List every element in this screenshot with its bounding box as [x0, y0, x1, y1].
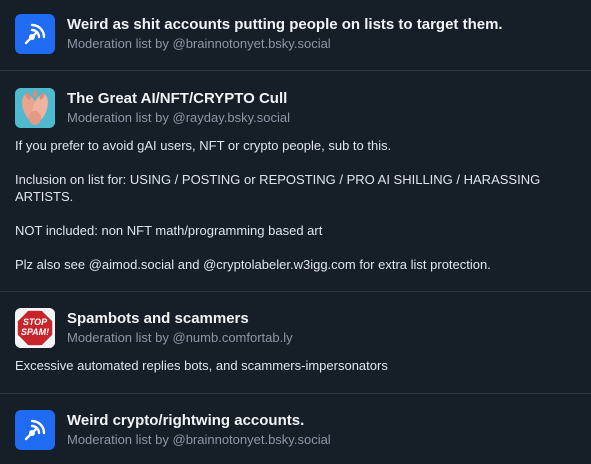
list-name[interactable]: The Great AI/NFT/CRYPTO Cull	[67, 89, 290, 108]
list-name[interactable]: Weird as shit accounts putting people on…	[67, 15, 503, 34]
moderation-list-feed: Weird as shit accounts putting people on…	[0, 0, 591, 464]
list-avatar-icon	[15, 14, 55, 54]
broadcast-icon	[24, 419, 46, 441]
list-byline: Moderation list by @rayday.bsky.social	[67, 110, 290, 125]
list-description: If you prefer to avoid gAI users, NFT or…	[15, 137, 576, 273]
list-name[interactable]: Weird crypto/rightwing accounts.	[67, 411, 331, 430]
stop-spam-icon: STOP SPAM!	[15, 308, 55, 348]
stop-spam-text: STOP SPAM!	[21, 317, 49, 337]
list-card[interactable]: The Great AI/NFT/CRYPTO Cull Moderation …	[0, 70, 591, 291]
list-card[interactable]: STOP SPAM! Spambots and scammers Moderati…	[0, 291, 591, 393]
list-meta: Weird crypto/rightwing accounts. Moderat…	[67, 410, 331, 448]
description-line: Plz also see @aimod.social and @cryptola…	[15, 257, 491, 272]
description-line: If you prefer to avoid gAI users, NFT or…	[15, 138, 392, 153]
description-line: Excessive automated replies bots, and sc…	[15, 358, 388, 373]
description-line: NOT included: non NFT math/programming b…	[15, 223, 323, 238]
list-byline: Moderation list by @brainnotonyet.bsky.s…	[67, 36, 331, 51]
list-description: Excessive automated replies bots, and sc…	[15, 357, 576, 374]
list-card-header: Weird as shit accounts putting people on…	[15, 14, 576, 54]
list-meta: Weird as shit accounts putting people on…	[67, 14, 503, 52]
list-card[interactable]: Weird crypto/rightwing accounts. Moderat…	[0, 393, 591, 464]
list-avatar-icon	[15, 410, 55, 450]
list-card-header: Weird crypto/rightwing accounts. Moderat…	[15, 410, 576, 450]
description-line: Inclusion on list for: USING / POSTING o…	[15, 172, 541, 204]
list-name[interactable]: Spambots and scammers	[67, 309, 293, 328]
list-meta: Spambots and scammers Moderation list by…	[67, 308, 293, 346]
list-card-header: The Great AI/NFT/CRYPTO Cull Moderation …	[15, 88, 576, 128]
hands-icon	[15, 88, 55, 128]
list-byline: Moderation list by @brainnotonyet.bsky.s…	[67, 432, 331, 447]
list-meta: The Great AI/NFT/CRYPTO Cull Moderation …	[67, 88, 290, 126]
list-byline: Moderation list by @numb.comfortab.ly	[67, 330, 293, 345]
list-card-header: STOP SPAM! Spambots and scammers Moderati…	[15, 308, 576, 348]
list-card[interactable]: Weird as shit accounts putting people on…	[0, 0, 591, 70]
broadcast-icon	[24, 23, 46, 45]
